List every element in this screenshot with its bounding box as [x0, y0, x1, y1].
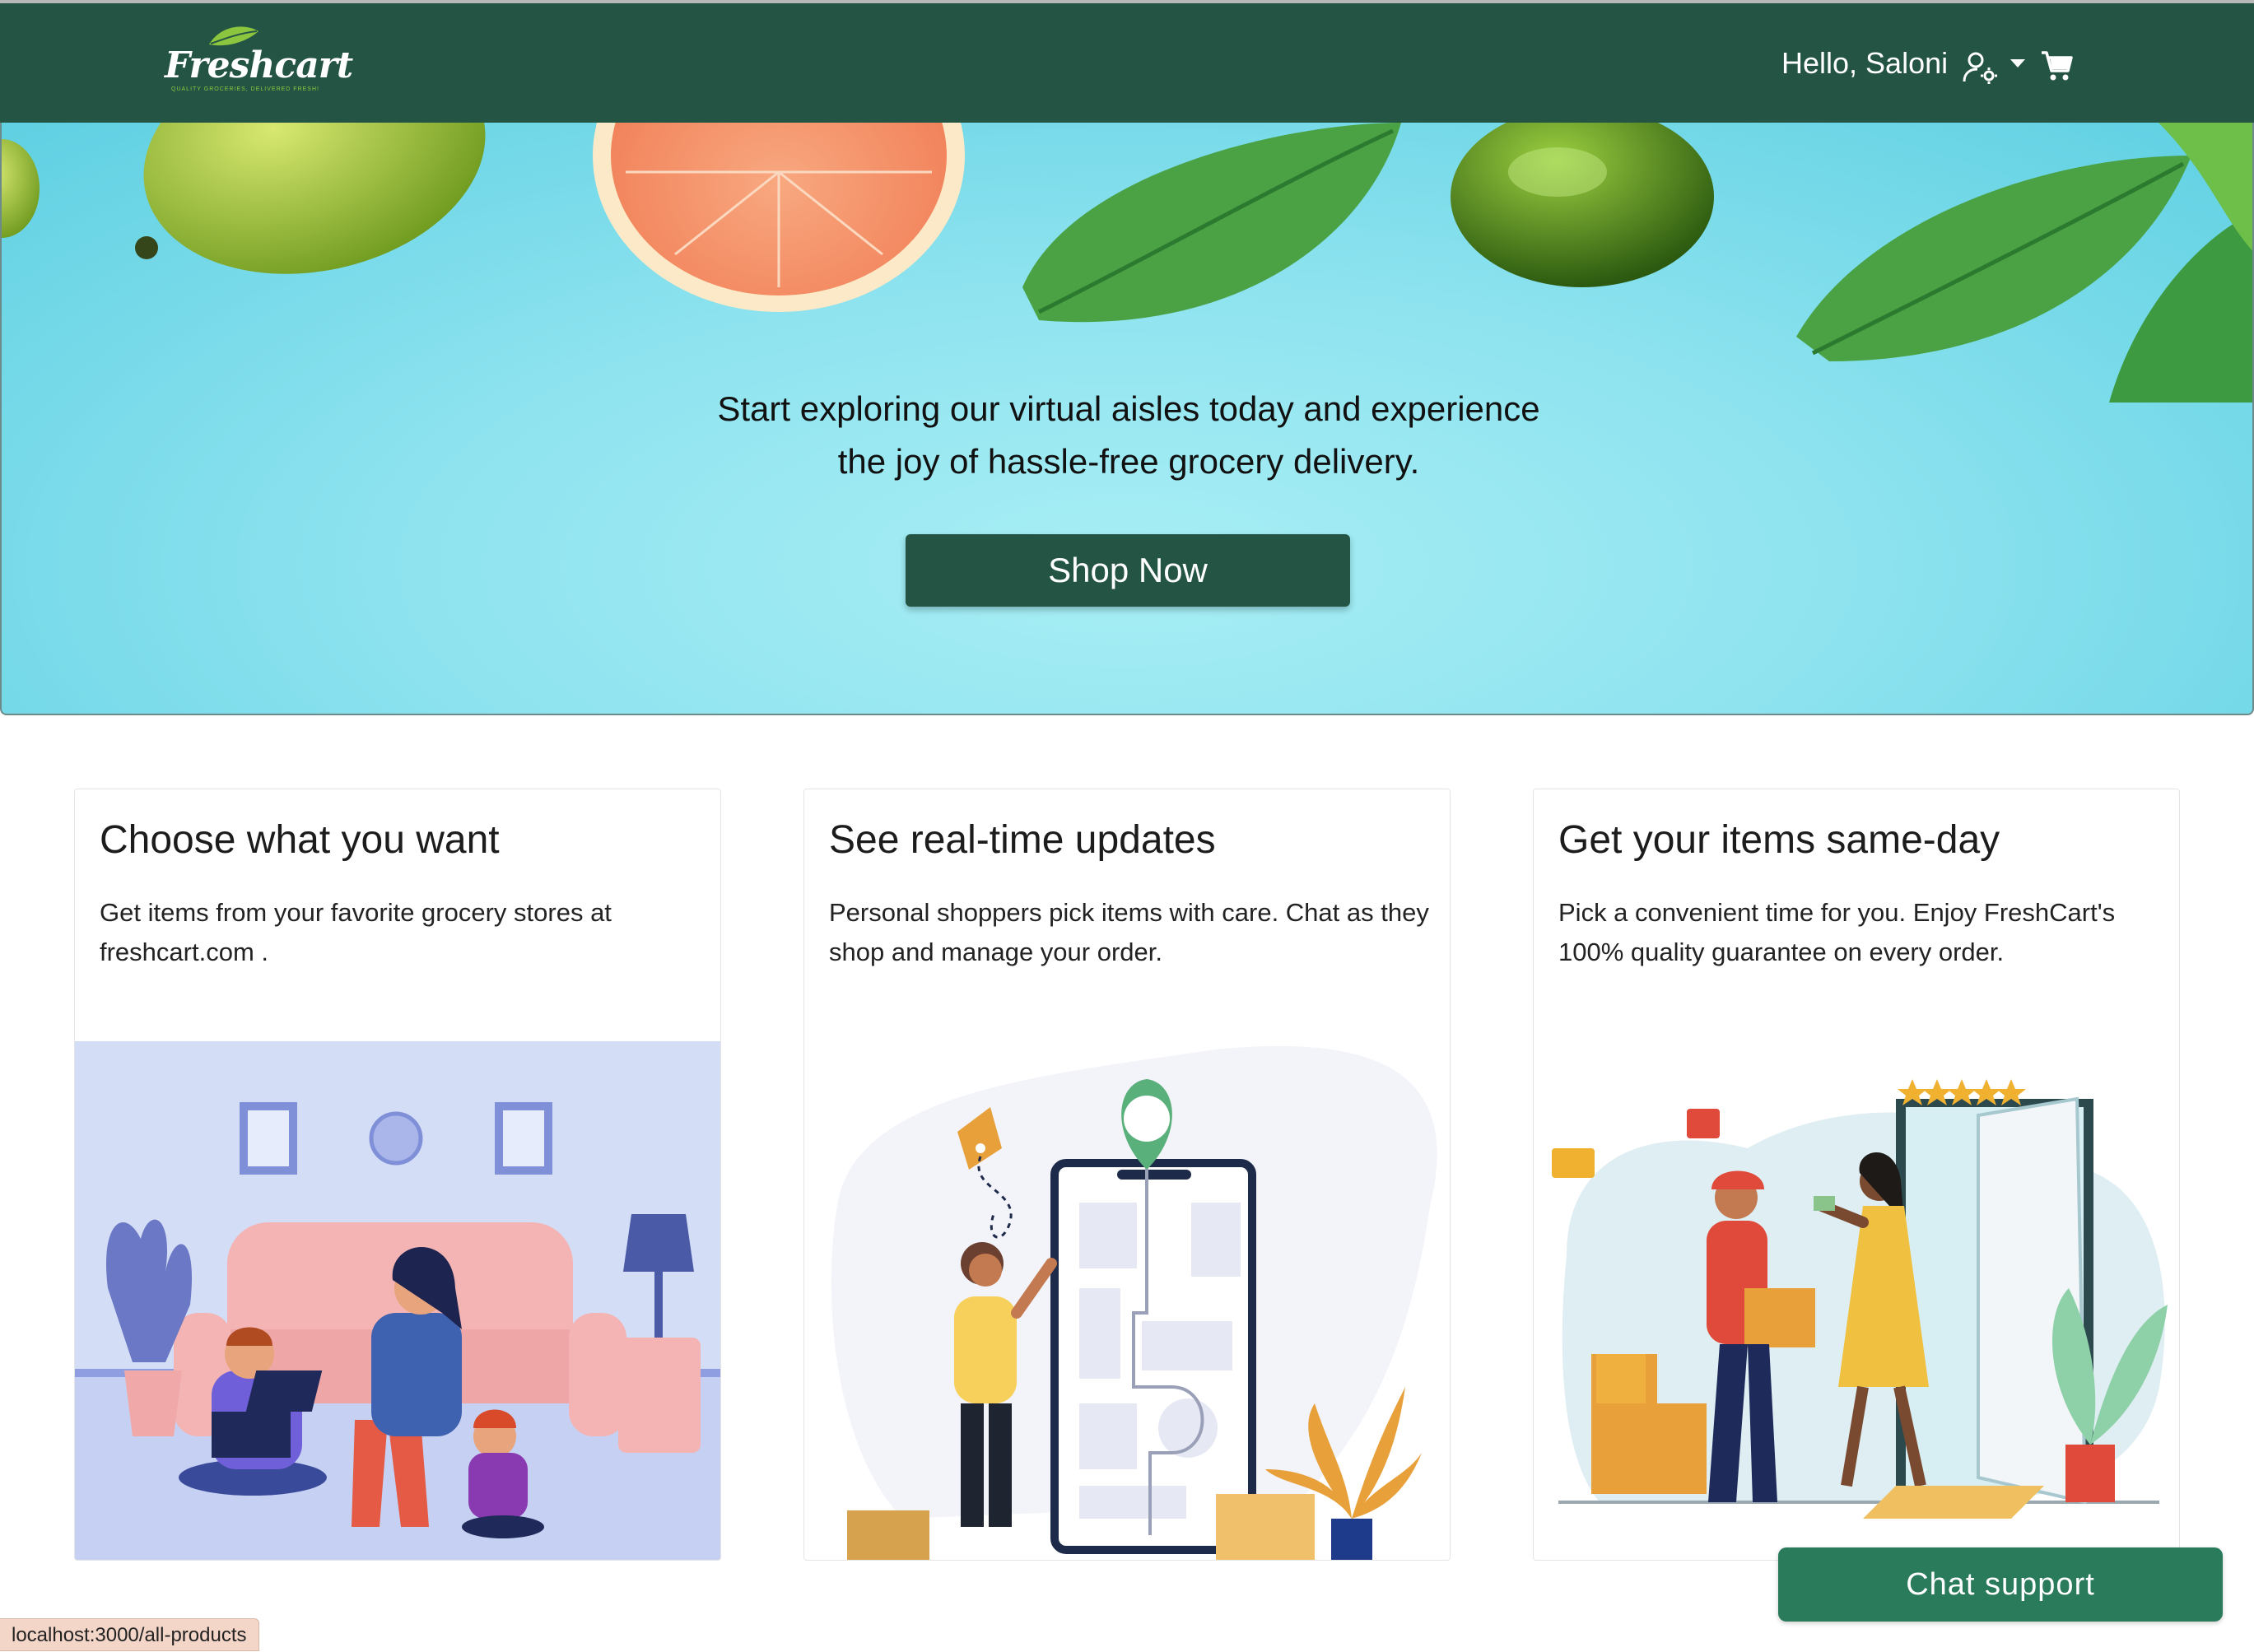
- card-title: Get your items same-day: [1558, 818, 2000, 862]
- logo-tagline: QUALITY GROCERIES, DELIVERED FRESH!: [171, 86, 319, 92]
- card-title: See real-time updates: [829, 818, 1216, 862]
- card-title: Choose what you want: [100, 818, 500, 862]
- user-greeting: Hello, Saloni: [1781, 46, 1949, 80]
- card-text: Pick a convenient time for you. Enjoy Fr…: [1558, 898, 2116, 966]
- real-time-tracking-illustration: [831, 1045, 1437, 1560]
- status-bar-url: localhost:3000/all-products: [0, 1618, 259, 1651]
- navbar: Freshcart QUALITY GROCERIES, DELIVERED F…: [0, 3, 2254, 123]
- shop-now-button[interactable]: Shop Now: [906, 534, 1350, 607]
- family-shopping-illustration: [75, 1041, 720, 1560]
- user-settings-icon[interactable]: [1963, 51, 1999, 84]
- hero-tagline-line1: Start exploring our virtual aisles today…: [717, 389, 1540, 428]
- doorstep-delivery-illustration: [1552, 1079, 2168, 1519]
- hero-banner: Start exploring our virtual aisles today…: [0, 123, 2254, 715]
- chevron-down-icon[interactable]: [2010, 59, 2025, 67]
- logo-text: Freshcart: [165, 44, 353, 86]
- hero-tagline: Start exploring our virtual aisles today…: [635, 383, 1623, 488]
- chat-support-button[interactable]: Chat support: [1778, 1547, 2223, 1622]
- freshcart-logo[interactable]: Freshcart QUALITY GROCERIES, DELIVERED F…: [165, 23, 353, 105]
- hero-produce-illustration: [2, 123, 2252, 403]
- cart-icon[interactable]: [2040, 49, 2073, 82]
- card-text: Get items from your favorite grocery sto…: [100, 898, 612, 966]
- hero-tagline-line2: the joy of hassle-free grocery delivery.: [837, 442, 1420, 481]
- feature-card-same-day: Get your items same-day Pick a convenien…: [1533, 789, 2180, 1561]
- feature-card-choose: Choose what you want Get items from your…: [74, 789, 721, 1561]
- card-text: Personal shoppers pick items with care. …: [829, 898, 1429, 966]
- feature-card-updates: See real-time updates Personal shoppers …: [803, 789, 1451, 1561]
